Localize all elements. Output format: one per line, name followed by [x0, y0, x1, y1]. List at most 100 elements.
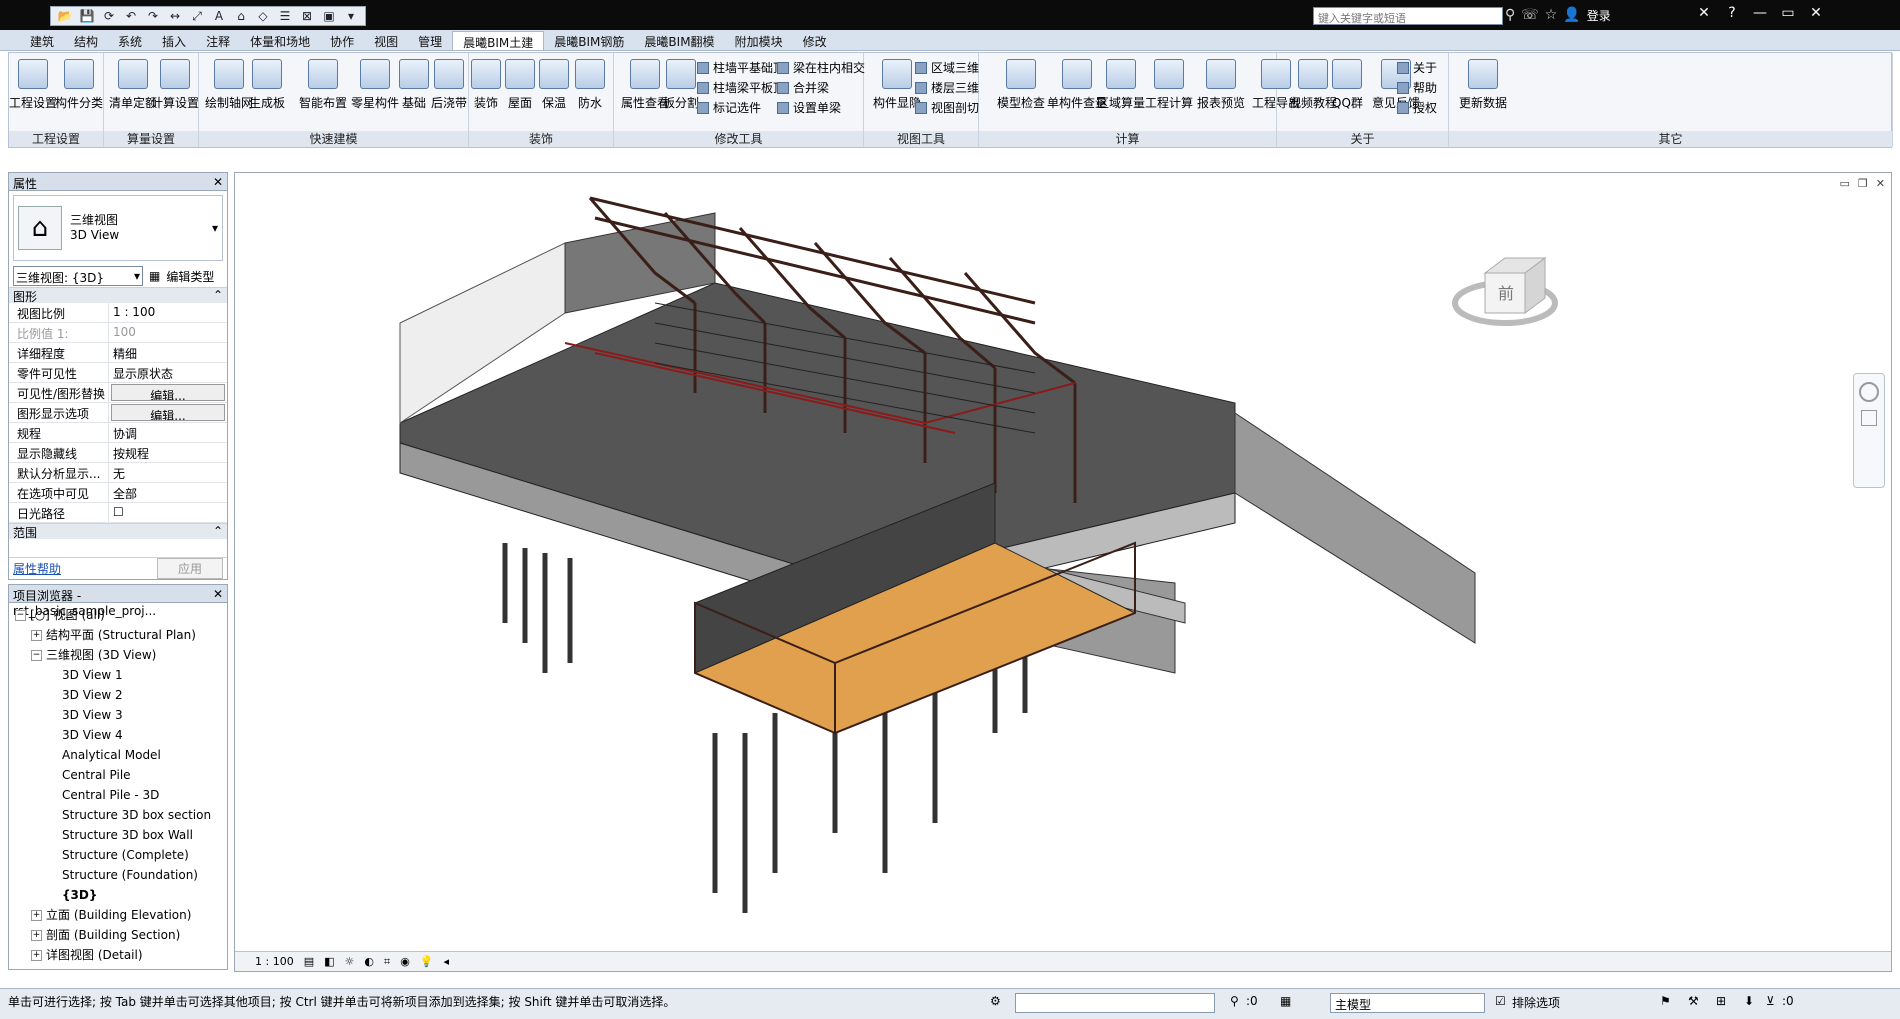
view-cube-face[interactable]: 前	[1498, 284, 1514, 303]
ribbon-button-0[interactable]: 工程设置	[9, 59, 57, 111]
zoom-icon[interactable]	[1861, 410, 1877, 426]
view-instance-select[interactable]: 三维视图: {3D} ▾	[13, 266, 143, 286]
ribbon-button-5[interactable]: 生成板	[249, 59, 285, 111]
ribbon-button-12[interactable]: 保温	[539, 59, 569, 111]
worksets-icon[interactable]: ⚙	[990, 994, 1001, 1008]
tab-13[interactable]: 修改	[793, 31, 837, 50]
edit-type-button[interactable]: 编辑类型	[166, 268, 214, 285]
browser-item[interactable]: 3D View 2	[9, 685, 227, 705]
close-hidden-icon[interactable]: ⊠	[297, 8, 317, 24]
tab-3[interactable]: 插入	[152, 31, 196, 50]
ribbon-small-button-2[interactable]: 标记选件	[697, 99, 761, 116]
open-icon[interactable]: 📂	[55, 8, 75, 24]
ribbon-button-20[interactable]: 工程计算	[1145, 59, 1193, 111]
tab-12[interactable]: 附加模块	[725, 31, 793, 50]
close-icon[interactable]: ✕	[213, 175, 223, 189]
favorites-icon[interactable]: ☆	[1545, 7, 1558, 23]
login-button[interactable]: 登录	[1587, 7, 1611, 24]
sync-icon[interactable]: ⟳	[99, 8, 119, 24]
browser-item[interactable]: Structure (Complete)	[9, 845, 227, 865]
minimize-button[interactable]: —	[1751, 5, 1769, 21]
browser-item[interactable]: Central Pile - 3D	[9, 785, 227, 805]
browser-item[interactable]: 3D View 1	[9, 665, 227, 685]
ribbon-small-button-5[interactable]: 设置单梁	[777, 99, 841, 116]
detail-level-icon[interactable]: ▤	[304, 955, 314, 968]
sun-path-checkbox[interactable]: ☐	[109, 503, 227, 522]
browser-item[interactable]: − 三维视图 (3D View)	[9, 645, 227, 665]
binoculars-icon[interactable]: ⚲	[1505, 7, 1515, 23]
ribbon-button-23[interactable]: 视频教程	[1289, 59, 1337, 111]
browser-item[interactable]: Structure 3D box Wall	[9, 825, 227, 845]
ribbon-button-3[interactable]: 计算设置	[151, 59, 199, 111]
ribbon-small-button-9[interactable]: 关于	[1397, 59, 1437, 76]
ribbon-button-4[interactable]: 绘制轴网	[205, 59, 253, 111]
browser-item[interactable]: Central Pile	[9, 765, 227, 785]
ribbon-small-button-1[interactable]: 柱墙梁平板顶	[697, 79, 785, 96]
select-pinned-icon[interactable]: ⊞	[1716, 994, 1726, 1008]
ribbon-button-26[interactable]: 更新数据	[1459, 59, 1507, 111]
edit-type-icon[interactable]: ▦	[149, 269, 160, 283]
browser-item[interactable]: 3D View 3	[9, 705, 227, 725]
browser-item[interactable]: + 立面 (Building Elevation)	[9, 905, 227, 925]
user-icon[interactable]: 👤	[1563, 7, 1580, 23]
shadows-icon[interactable]: ◐	[364, 955, 374, 968]
browser-item[interactable]: + 详图视图 (Detail)	[9, 945, 227, 965]
tab-5[interactable]: 体量和场地	[240, 31, 320, 50]
tab-6[interactable]: 协作	[320, 31, 364, 50]
property-value[interactable]: 编辑...	[111, 384, 225, 401]
ribbon-button-1[interactable]: 构件分类	[55, 59, 103, 111]
save-icon[interactable]: 💾	[77, 8, 97, 24]
tab-11[interactable]: 晨曦BIM翻模	[634, 31, 724, 50]
expand-toggle-icon[interactable]: +	[31, 909, 42, 921]
browser-item[interactable]: Structure 3D box section	[9, 805, 227, 825]
expand-toggle-icon[interactable]: +	[31, 929, 42, 941]
undo-icon[interactable]: ↶	[121, 8, 141, 24]
section-icon[interactable]: ◇	[253, 8, 273, 24]
3d-viewport[interactable]: ▭ ❐ ✕ 前 1: 100 ▤ ◧ ☼ ◐ ⌗ ◉ 💡 ◂	[234, 172, 1892, 972]
ribbon-small-button-0[interactable]: 柱墙平基础顶	[697, 59, 785, 76]
chevron-down-icon[interactable]: ▾	[212, 221, 218, 235]
ribbon-small-button-7[interactable]: 楼层三维	[915, 79, 979, 96]
redo-icon[interactable]: ↷	[143, 8, 163, 24]
select-underlay-icon[interactable]: ⚒	[1688, 994, 1699, 1008]
expand-toggle-icon[interactable]: −	[15, 609, 26, 621]
expand-toggle-icon[interactable]: −	[31, 649, 42, 661]
tab-9[interactable]: 晨曦BIM土建	[452, 31, 545, 50]
ribbon-button-15[interactable]: 板分割	[663, 59, 699, 111]
tab-10[interactable]: 晨曦BIM钢筋	[544, 31, 634, 50]
selection-icon[interactable]: ⚲	[1230, 994, 1239, 1008]
filter-icon[interactable]: ⊻	[1766, 994, 1775, 1008]
browser-item[interactable]: Analytical Model	[9, 745, 227, 765]
visual-style-icon[interactable]: ◧	[324, 955, 334, 968]
reveal-hidden-icon[interactable]: 💡	[420, 955, 434, 968]
thin-lines-icon[interactable]: ☰	[275, 8, 295, 24]
close-button[interactable]: ✕	[1807, 5, 1825, 21]
tab-2[interactable]: 系统	[108, 31, 152, 50]
properties-help-link[interactable]: 属性帮助	[13, 560, 61, 577]
section-graphics[interactable]: 图形 ⌃	[9, 287, 227, 304]
crop-icon[interactable]: ⌗	[384, 955, 390, 969]
steering-wheel-icon[interactable]	[1859, 382, 1879, 402]
browser-item[interactable]: 3D View 4	[9, 725, 227, 745]
ribbon-button-7[interactable]: 零星构件	[351, 59, 399, 111]
expand-toggle-icon[interactable]: +	[31, 949, 42, 961]
sun-path-icon[interactable]: ☼	[345, 955, 355, 968]
dimension-icon[interactable]: ⤢	[187, 8, 207, 24]
design-options-icon[interactable]: ▦	[1280, 994, 1291, 1008]
ribbon-button-6[interactable]: 智能布置	[299, 59, 347, 111]
property-value[interactable]: 1 : 100	[109, 303, 227, 322]
customize-icon[interactable]: ▾	[341, 8, 361, 24]
ribbon-button-21[interactable]: 报表预览	[1197, 59, 1245, 111]
temporary-hide-icon[interactable]: ◉	[400, 955, 410, 968]
tab-4[interactable]: 注释	[196, 31, 240, 50]
browser-item[interactable]: Structure (Foundation)	[9, 865, 227, 885]
ribbon-small-button-3[interactable]: 梁在柱内相交	[777, 59, 865, 76]
search-input[interactable]: 键入关键字或短语	[1313, 7, 1503, 25]
drag-elements-icon[interactable]: ⬇	[1744, 994, 1754, 1008]
ribbon-button-17[interactable]: 模型检查	[997, 59, 1045, 111]
ribbon-button-13[interactable]: 防水	[575, 59, 605, 111]
section-scope[interactable]: 范围 ⌃	[9, 523, 227, 540]
ribbon-button-10[interactable]: 装饰	[471, 59, 501, 111]
select-links-icon[interactable]: ⚑	[1660, 994, 1671, 1008]
tab-0[interactable]: 建筑	[20, 31, 64, 50]
